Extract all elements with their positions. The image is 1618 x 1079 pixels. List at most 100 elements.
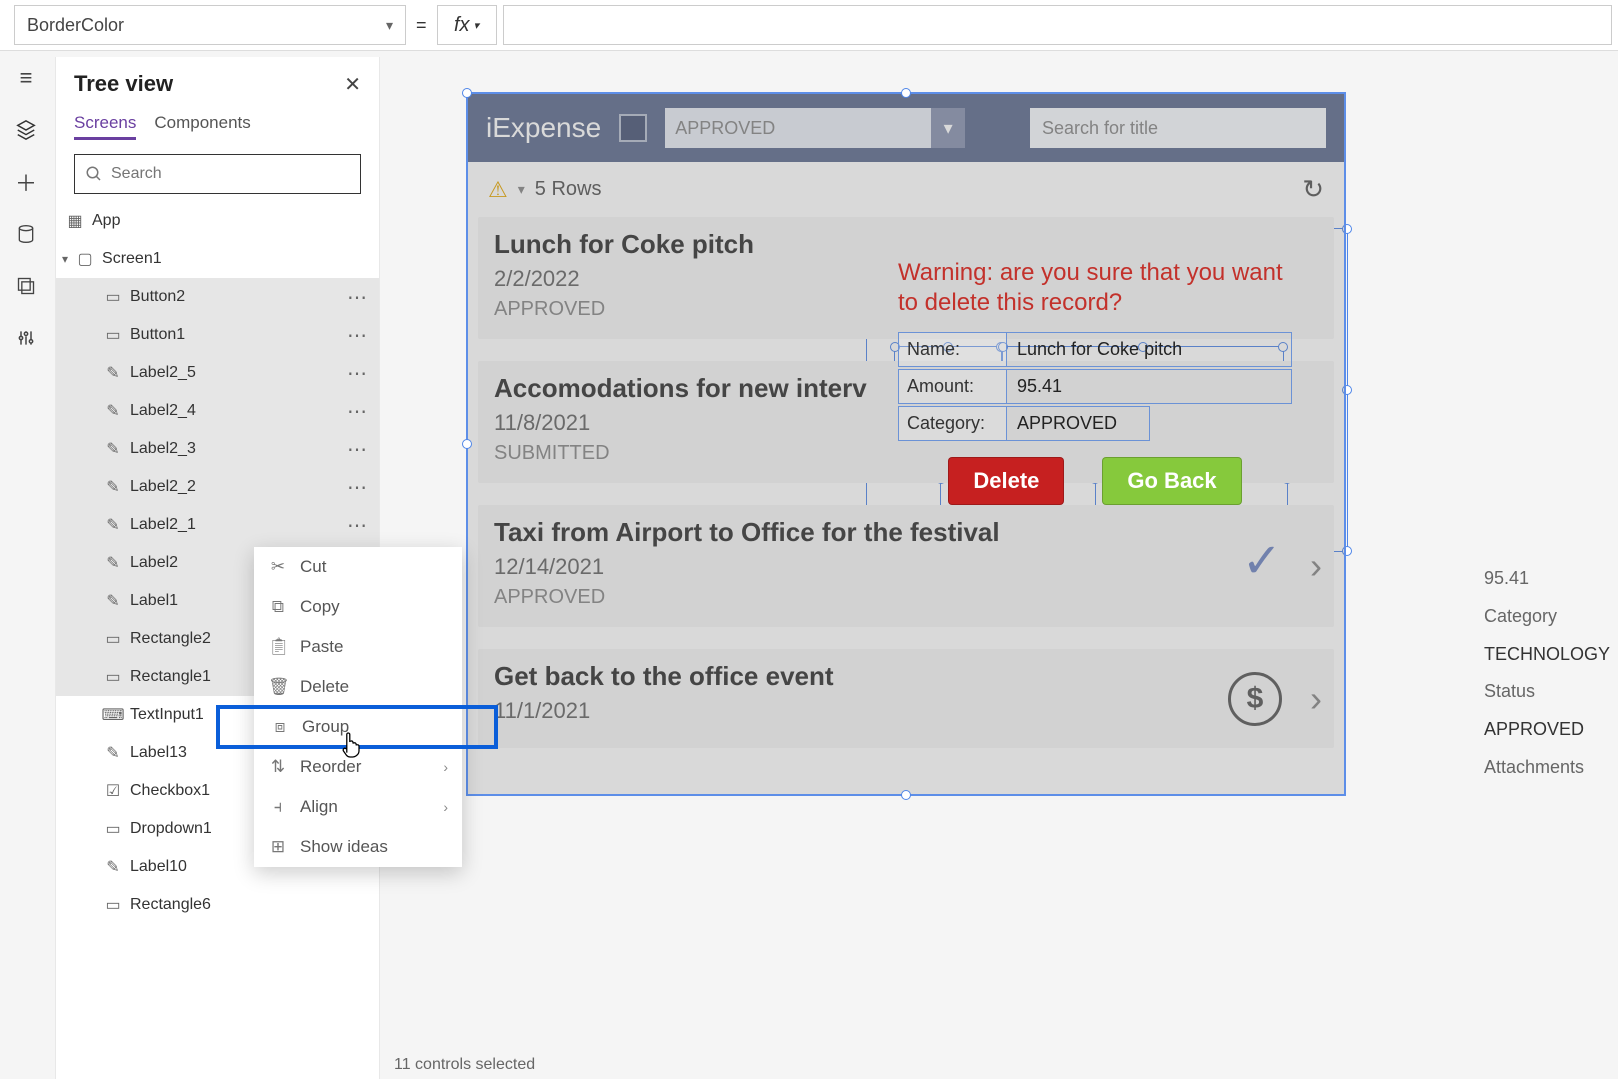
tree-item-label: Dropdown1 [130,820,212,838]
context-menu: ✂Cut ⧉Copy 📋︎Paste 🗑︎Delete ⧈Group ⇅Reor… [254,547,462,867]
dialog-amount-label: Amount: [899,370,1007,403]
dialog-name-value: Lunch for Coke pitch [1007,333,1291,366]
more-icon[interactable]: ⋯ [347,399,371,424]
ctx-align[interactable]: ⫞Align› [254,787,462,827]
tree-item-label: Label2_5 [130,364,196,382]
tree-search-input[interactable] [111,165,350,183]
tree-item[interactable]: ✎ Label2_3 ⋯ [56,430,379,468]
delete-button[interactable]: Delete [948,457,1064,505]
detail-category-label: Category [1484,598,1618,636]
fx-button[interactable]: fx ▾ [437,5,497,45]
chevron-down-icon: ▾ [386,17,393,34]
detail-attachments-label: Attachments [1484,749,1618,787]
tree-item[interactable]: ✎Label2_4⋯ [56,392,379,430]
control-icon: ⌨ [104,706,122,724]
tree-item-label: Checkbox1 [130,782,210,800]
tree-item-label: Label2_2 [130,478,196,496]
tree-item[interactable]: ✎ Label2_1 ⋯ [56,506,379,544]
control-icon: ✎ [104,592,122,610]
tree-item-label: Label2 [130,554,178,572]
tree-item-label: Label13 [130,744,187,762]
detail-status-value: APPROVED [1484,711,1618,749]
tree-item[interactable]: ✎Label2_5⋯ [56,354,379,392]
dialog-amount-value: 95.41 [1007,370,1051,403]
tree-item[interactable]: ▭ Button2 ⋯ [56,278,379,316]
layers-icon[interactable] [13,117,39,143]
chevron-right-icon: › [443,759,448,775]
tree-item-label: Label1 [130,592,178,610]
tree-item-label: Rectangle6 [130,896,211,914]
fx-label: fx [454,14,470,37]
ctx-reorder[interactable]: ⇅Reorder› [254,747,462,787]
dialog-category-label: Category: [899,407,1007,440]
control-icon: ✎ [104,440,122,458]
tree-node-screen1[interactable]: ▾ ▢ Screen1 [56,240,379,278]
ctx-cut[interactable]: ✂Cut [254,547,462,587]
dialog-row-amount: Amount: 95.41 [898,369,1292,404]
control-icon: ▭ [104,630,122,648]
equals-label: = [416,15,427,36]
status-bar: 11 controls selected [384,1051,545,1079]
property-select-value: BorderColor [27,15,124,36]
tree-item-label: Rectangle1 [130,668,211,686]
control-icon: ✎ [104,554,122,572]
hamburger-icon[interactable]: ≡ [13,65,39,91]
ctx-delete[interactable]: 🗑︎Delete [254,667,462,707]
tree-item[interactable]: ✎Label2_2⋯ [56,468,379,506]
property-select[interactable]: BorderColor ▾ [14,5,406,45]
control-icon: ✎ [104,744,122,762]
close-icon[interactable]: ✕ [344,72,361,97]
ctx-copy[interactable]: ⧉Copy [254,587,462,627]
more-icon[interactable]: ⋯ [347,475,371,500]
tree-label: Screen1 [102,250,162,268]
align-icon: ⫞ [268,797,288,817]
details-panel: 95.41 Category TECHNOLOGY Status APPROVE… [1484,560,1618,787]
ctx-group[interactable]: ⧈Group [218,707,496,747]
more-icon[interactable]: ⋯ [347,513,371,538]
goback-button[interactable]: Go Back [1102,457,1241,505]
status-text: 11 controls selected [394,1056,535,1074]
tree-item-label: Button2 [130,288,185,306]
tab-components[interactable]: Components [154,113,250,140]
more-icon[interactable]: ⋯ [347,285,371,310]
chevron-down-icon: ▾ [474,19,480,32]
detail-category-value: TECHNOLOGY [1484,636,1618,674]
tree-search[interactable] [74,154,361,194]
dialog-warning: Warning: are you sure that you want to d… [898,258,1292,318]
control-icon: ▭ [104,820,122,838]
tree-item-label: Rectangle2 [130,630,211,648]
ctx-show-ideas[interactable]: ⊞Show ideas [254,827,462,867]
more-icon[interactable]: ⋯ [347,361,371,386]
control-icon: ▭ [104,288,122,306]
tree-item[interactable]: ▭Rectangle6 [56,886,379,924]
paste-icon: 📋︎ [268,637,288,657]
tree-item-label: TextInput1 [130,706,204,724]
tree-tabs: Screens Components [56,103,379,146]
tree-item[interactable]: ▭Button1⋯ [56,316,379,354]
screen-icon: ▢ [76,250,94,268]
chevron-right-icon: › [443,799,448,815]
data-icon[interactable] [13,221,39,247]
reorder-icon: ⇅ [268,757,288,777]
ideas-icon: ⊞ [268,837,288,857]
tree-item-label: Label2_3 [130,440,196,458]
formula-input[interactable] [503,5,1612,45]
top-bar: BorderColor ▾ = fx ▾ [0,0,1618,51]
more-icon[interactable]: ⋯ [347,323,371,348]
cut-icon: ✂ [268,557,288,577]
tree-item-label: Label2_1 [130,516,196,534]
control-icon: ✎ [104,516,122,534]
dialog-footer: Delete Go Back [898,457,1292,505]
more-icon[interactable]: ⋯ [347,437,371,462]
tab-screens[interactable]: Screens [74,113,136,140]
media-icon[interactable] [13,273,39,299]
tools-icon[interactable] [13,325,39,351]
search-icon [85,165,103,183]
plus-icon[interactable]: ＋ [13,169,39,195]
detail-status-label: Status [1484,673,1618,711]
delete-dialog: Warning: are you sure that you want to d… [898,258,1292,505]
ctx-paste[interactable]: 📋︎Paste [254,627,462,667]
canvas[interactable]: iExpense APPROVED ▾ Search for title ⚠ ▾… [390,60,1618,1049]
tree-node-app[interactable]: ▦ App [56,202,379,240]
app-icon: ▦ [66,212,84,230]
